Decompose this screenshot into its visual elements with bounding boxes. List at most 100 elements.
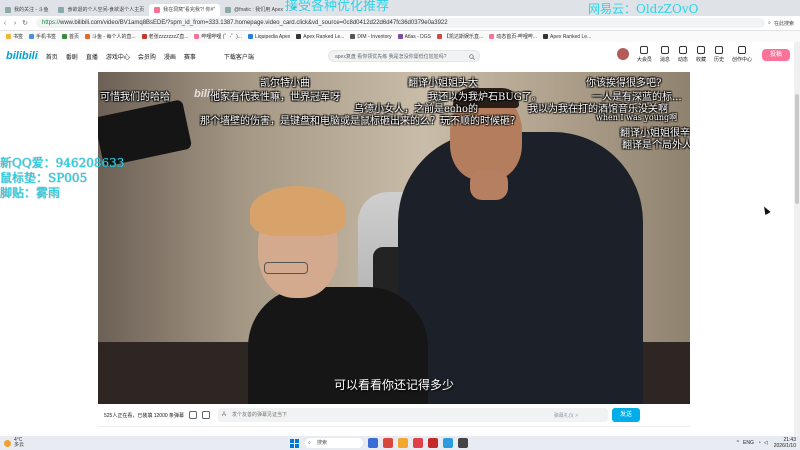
danmaku-comment: 可惜我们的哈哈 <box>100 92 170 103</box>
header-favorites[interactable]: 收藏 <box>696 46 706 63</box>
bookmark-item[interactable]: Apex Ranked Le... <box>543 34 591 40</box>
bookmark-item[interactable]: Atlas - DGS <box>397 34 431 40</box>
video-frame-man-hand <box>470 170 508 200</box>
video-frame-boy-hair <box>250 186 346 236</box>
video-player[interactable]: bilibili 凯尔特小曲 翻译小姐姐头大 你该挨得很多吧? 他家有代表性嘛，… <box>98 72 690 404</box>
url-field[interactable]: https://www.bilibili.com/video/BV1amq8Bs… <box>36 18 766 28</box>
bookmark-favicon-icon <box>194 34 200 39</box>
site-nav: 首页 番剧 直播 游戏中心 会员购 漫画 赛事 下载客户端 <box>46 52 262 61</box>
bookmark-item[interactable]: 哔哩哔哩 (゜-゜)... <box>194 33 242 40</box>
browser-tab-active[interactable]: 我在洞窝"看完我?! 你#" <box>149 3 221 16</box>
bookmark-favicon-icon <box>397 34 403 39</box>
danmaku-comment: 那个墙壁的伤害，是键盘和电脑或是鼠标砸出来的么？玩不顺的时候砸？ <box>200 116 520 127</box>
stream-overlay-top-right: 网易云：OldzZOvO <box>588 2 699 16</box>
app-icon[interactable] <box>413 438 423 448</box>
bilibili-logo[interactable]: bilibili <box>6 50 38 62</box>
nav-manga[interactable]: 漫画 <box>164 52 176 61</box>
windows-start-icon[interactable] <box>290 438 299 448</box>
taskbar-search[interactable]: ⌕ 搜索 <box>305 438 363 448</box>
danmaku-input-wrap: A 弹幕礼仪 > <box>218 408 609 422</box>
upload-button[interactable]: 投稿 <box>761 49 790 61</box>
browser-tab[interactable]: 我的关注 - 斗鱼 <box>0 4 53 16</box>
bookmark-item[interactable]: DIM - Inventory <box>350 34 392 40</box>
weather-widget[interactable]: 4°C 多云 <box>4 438 24 448</box>
bookmark-item[interactable]: 手机书签 <box>29 33 56 40</box>
message-icon <box>660 46 669 54</box>
overlay-line-qq: 新QQ爱：946208633 <box>0 156 125 170</box>
reload-icon[interactable]: ↻ <box>20 19 30 27</box>
volume-icon[interactable]: ◁ <box>764 440 768 446</box>
danmaku-toggle-icon[interactable] <box>189 411 198 419</box>
bookmark-item[interactable]: 斗鱼 - 每个人的直... <box>85 33 136 40</box>
apex-icon[interactable] <box>428 438 438 448</box>
bookmark-item[interactable]: 首页 <box>62 33 79 40</box>
back-icon[interactable]: ‹ <box>0 20 10 27</box>
stream-overlay-left: 新QQ爱：946208633 鼠标垫：SP005 脚贴：雾雨 <box>0 156 124 201</box>
bookmark-item[interactable]: Apex Ranked Le... <box>296 34 344 40</box>
header-vip[interactable]: 大会员 <box>637 46 652 63</box>
taskbar-apps: ⌕ 搜索 <box>290 437 468 449</box>
bookmark-item[interactable]: 书签 <box>6 33 23 40</box>
avatar[interactable] <box>616 48 629 60</box>
danmaku-etiquette-link[interactable]: 弹幕礼仪 > <box>554 412 578 419</box>
nav-esports[interactable]: 赛事 <box>184 52 196 61</box>
font-style-icon[interactable]: A <box>222 412 226 418</box>
header-actions: 大会员 消息 动态 收藏 历史 创作中心 投稿 <box>616 46 790 63</box>
nav-anime[interactable]: 番剧 <box>66 52 78 61</box>
bookmark-favicon-icon <box>489 34 495 39</box>
danmaku-comment: 你该挨得很多吧? <box>586 78 662 89</box>
danmaku-comment: 凯尔特小曲 <box>260 78 310 89</box>
bookmark-favicon-icon <box>350 34 356 39</box>
address-bar-row: ‹ › ↻ https://www.bilibili.com/video/BV1… <box>0 16 800 31</box>
bookmark-item[interactable]: Liquipedia Apex <box>247 34 290 40</box>
file-explorer-icon[interactable] <box>398 438 408 448</box>
bookmark-favicon-icon <box>85 34 91 39</box>
bookmark-item[interactable]: 老张zzzzzzzZ直... <box>141 33 188 40</box>
nav-live[interactable]: 直播 <box>86 52 98 61</box>
tray-chevron-icon[interactable]: ^ <box>737 440 739 446</box>
header-dynamic[interactable]: 动态 <box>678 46 688 63</box>
task-view-icon[interactable] <box>368 438 378 448</box>
nav-game-center[interactable]: 游戏中心 <box>106 52 130 61</box>
search-icon[interactable] <box>469 53 475 60</box>
viewer-count: 525人正在看，已装填 12000 条弹幕 <box>104 412 185 419</box>
nav-home[interactable]: 首页 <box>46 52 58 61</box>
app-icon[interactable] <box>383 438 393 448</box>
browser-search[interactable]: ⌕ 在此搜索 <box>765 20 794 27</box>
header-history[interactable]: 历史 <box>714 46 724 63</box>
tab-favicon-icon <box>225 6 232 13</box>
network-icon[interactable]: ◔ <box>758 440 761 446</box>
overlay-line-mousepad: 鼠标垫：SP005 <box>0 171 88 185</box>
header-creator[interactable]: 创作中心 <box>732 46 752 63</box>
bookmark-favicon-icon <box>6 34 11 39</box>
danmaku-settings-icon[interactable] <box>202 411 211 419</box>
header-messages[interactable]: 消息 <box>660 46 670 63</box>
danmaku-bar: 525人正在看，已装填 12000 条弹幕 A 弹幕礼仪 > 发送 <box>98 404 690 427</box>
mouse-cursor <box>761 205 771 215</box>
system-clock[interactable]: 21:43 2026/1/10 <box>774 437 796 449</box>
search-icon: ⌕ <box>308 440 311 446</box>
send-button[interactable]: 发送 <box>612 408 641 422</box>
language-indicator[interactable]: ENG <box>743 440 754 446</box>
app-icon[interactable] <box>458 438 468 448</box>
bookmark-favicon-icon <box>29 34 35 39</box>
site-search-input[interactable]: apex复盘 看你领优先练 我是怎没你需低位尬尬吗? <box>328 50 480 62</box>
browser-icon[interactable] <box>443 438 453 448</box>
danmaku-input[interactable] <box>218 411 535 419</box>
weather-icon <box>4 439 11 447</box>
bulb-icon <box>737 46 746 54</box>
download-client-link[interactable]: 下载客户端 <box>224 52 254 61</box>
bookmark-item[interactable]: 动态首页-哔哩哔... <box>489 33 537 40</box>
page-scrollbar[interactable] <box>794 42 800 436</box>
search-icon: ⌕ <box>768 20 771 26</box>
nav-shop[interactable]: 会员购 <box>138 52 156 61</box>
overlay-line-skates: 脚贴：雾雨 <box>0 186 61 200</box>
scrollbar-thumb[interactable] <box>795 94 799 204</box>
danmaku-comment: 翻译是个局外人 <box>622 140 690 151</box>
forward-icon[interactable]: › <box>10 20 20 27</box>
danmaku-comment: 翻译小姐姐头大 <box>408 78 478 89</box>
browser-tab[interactable]: @fnatic : 我们用 Apex <box>220 4 288 16</box>
browser-tab[interactable]: 食欲退的个人空间-食欲退个人主页 <box>53 4 149 16</box>
vip-icon <box>640 46 649 54</box>
bookmark-item[interactable]: 【凯达斯娱乐直... <box>437 33 483 40</box>
